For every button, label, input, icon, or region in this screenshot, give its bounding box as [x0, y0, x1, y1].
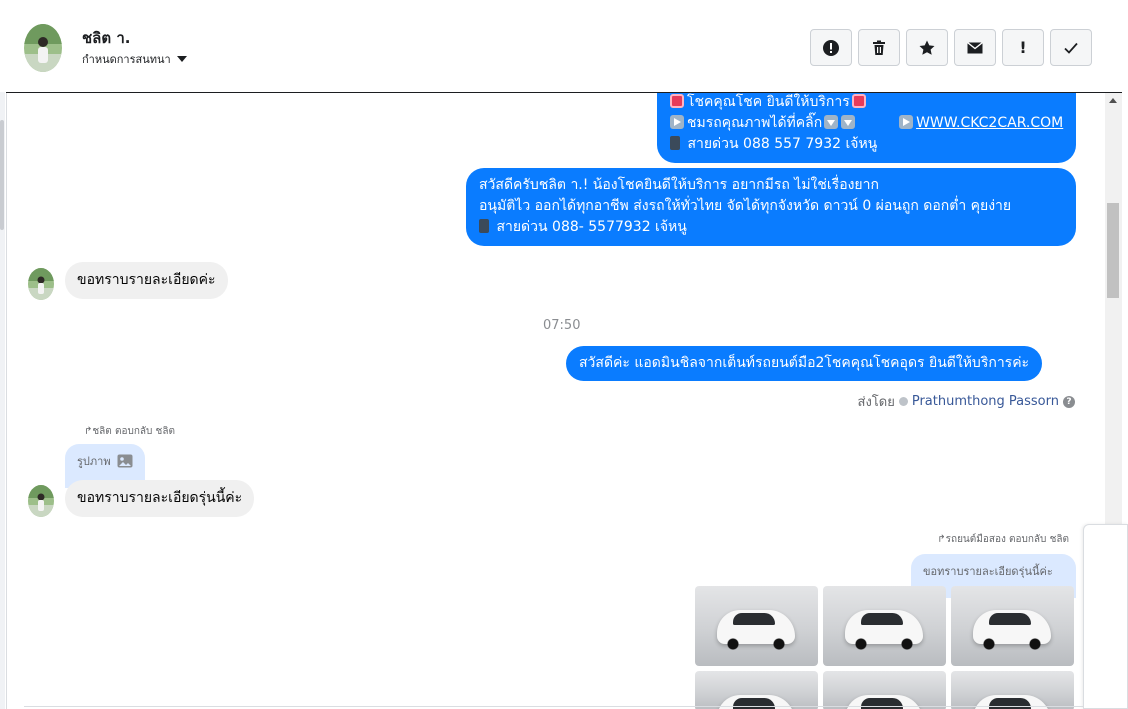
car-photo[interactable]	[695, 586, 818, 666]
sent-by-label: ส่งโดย	[857, 395, 895, 410]
car-photo[interactable]	[695, 671, 818, 709]
mobile-phone-emoji-icon	[479, 219, 489, 233]
car-image	[845, 610, 923, 650]
header-toolbar: !	[810, 29, 1092, 66]
down-arrow-emoji-icon	[841, 115, 856, 129]
website-link[interactable]: WWW.CKC2CAR.COM	[916, 115, 1063, 131]
incoming-message[interactable]: ขอทราบรายละเอียดรุ่นนี้ค่ะ	[65, 480, 255, 517]
outgoing-message[interactable]: สวัสดีครับชลิต า.! น้องโชคยินดีให้บริการ…	[466, 168, 1076, 246]
scroll-up-arrow-icon[interactable]	[1109, 98, 1117, 103]
star-button[interactable]	[906, 29, 948, 66]
down-arrow-emoji-icon	[824, 115, 839, 129]
message-line: โชคคุณโชค ยินดีให้บริการ	[670, 93, 1063, 113]
car-photo[interactable]	[951, 586, 1074, 666]
timestamp: 07:50	[543, 318, 581, 333]
play-button-emoji-icon	[899, 115, 914, 129]
reply-arrow-icon: ↱	[937, 534, 946, 545]
message-line: อนุมัติไว ออกได้ทุกอาชีพ ส่งรถให้ทั่วไทย…	[479, 198, 1012, 214]
important-button[interactable]: !	[1002, 29, 1044, 66]
play-button-emoji-icon	[670, 115, 684, 129]
reply-meta: ↱ชลิต ตอบกลับ ชลิต	[84, 426, 175, 437]
report-button[interactable]	[810, 29, 852, 66]
reply-meta: ↱รถยนต์มือสอง ตอบกลับ ชลิต	[937, 534, 1069, 545]
mark-unread-button[interactable]	[954, 29, 996, 66]
car-photo[interactable]	[823, 586, 946, 666]
photo-attachments	[695, 586, 1074, 709]
left-scroll-thumb[interactable]	[0, 120, 4, 230]
check-icon	[1064, 42, 1078, 54]
message-line: สวัสดีครับชลิต า.! น้องโชคยินดีให้บริการ…	[479, 177, 879, 193]
message-line: สายด่วน 088 557 7932 เจ้หนู	[670, 134, 1063, 155]
car-photo[interactable]	[823, 671, 946, 709]
outgoing-message[interactable]: สวัสดีค่ะ แอดมินชิลจากเต็นท์รถยนต์มือ2โช…	[566, 346, 1043, 381]
left-scroll-strip	[0, 92, 5, 709]
outgoing-message[interactable]: โชคคุณโชค ยินดีให้บริการ ชมรถคุณภาพได้ที…	[657, 93, 1076, 163]
image-icon	[117, 454, 133, 468]
admin-dot-icon	[898, 397, 908, 406]
sent-by-info: ส่งโดย Prathumthong Passorn ?	[858, 391, 1075, 412]
report-icon	[823, 39, 839, 56]
star-icon	[919, 40, 935, 55]
car-image	[717, 610, 795, 650]
incoming-message[interactable]: ขอทราบรายละเอียดค่ะ	[65, 262, 228, 299]
reply-quote-text: ขอทราบรายละเอียดรุ่นนี้ค่ะ	[923, 565, 1053, 578]
contact-name: ชลิต า.	[82, 29, 131, 47]
important-icon: !	[1019, 38, 1027, 57]
mobile-phone-emoji-icon	[670, 136, 680, 150]
message-line: สายด่วน 088- 5577932 เจ้หนู	[479, 217, 1063, 238]
red-x-emoji-icon	[851, 94, 866, 108]
conversation-schedule-menu[interactable]: กำหนดการสนทนา	[82, 50, 187, 68]
contact-avatar[interactable]	[24, 24, 62, 72]
message-line: ชมรถคุณภาพได้ที่คลิ๊ก WWW.CKC2CAR.COM	[670, 113, 1063, 134]
done-button[interactable]	[1050, 29, 1092, 66]
message-list: โชคคุณโชค ยินดีให้บริการ ชมรถคุณภาพได้ที…	[7, 93, 1105, 709]
contact-avatar-small[interactable]	[28, 268, 54, 300]
divider	[24, 706, 1084, 707]
scrollbar-thumb[interactable]	[1107, 203, 1119, 298]
caret-down-icon	[176, 56, 187, 62]
car-photo[interactable]	[951, 671, 1074, 709]
collapsed-side-panel[interactable]	[1083, 524, 1128, 709]
reply-quote-text: รูปภาพ	[77, 455, 111, 468]
car-image	[973, 610, 1051, 650]
conversation-header: ชลิต า. กำหนดการสนทนา !	[6, 4, 1122, 93]
delete-button[interactable]	[858, 29, 900, 66]
envelope-icon	[967, 41, 983, 53]
trash-icon	[873, 40, 885, 55]
sent-by-name[interactable]: Prathumthong Passorn	[912, 394, 1059, 409]
contact-avatar-small[interactable]	[28, 485, 54, 517]
conversation-schedule-label: กำหนดการสนทนา	[82, 53, 171, 66]
help-icon[interactable]: ?	[1063, 395, 1075, 408]
red-x-emoji-icon	[670, 94, 684, 108]
